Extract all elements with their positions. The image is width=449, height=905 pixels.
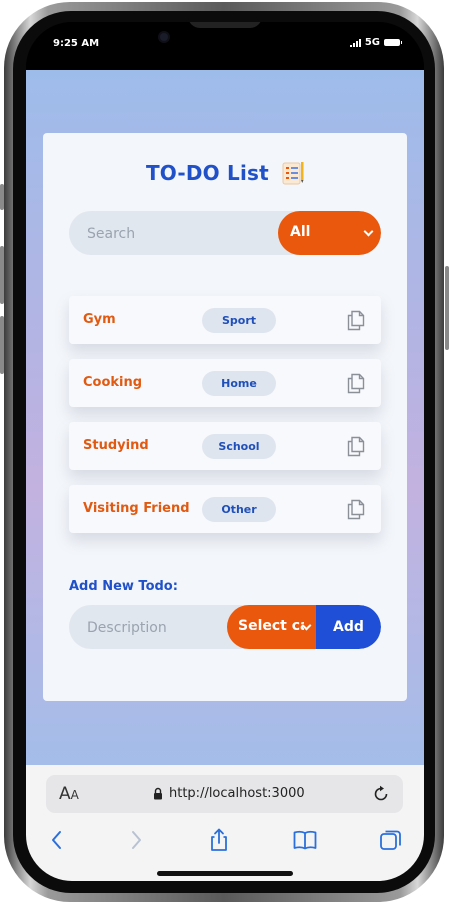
category-badge: Home <box>202 371 276 396</box>
add-todo-heading: Add New Todo: <box>69 579 178 594</box>
search-input[interactable] <box>69 211 299 255</box>
signal-icon <box>349 38 361 47</box>
category-badge: School <box>202 434 276 459</box>
action-button <box>0 184 4 210</box>
filter-select[interactable]: All <box>278 211 381 255</box>
home-indicator <box>157 871 293 876</box>
copy-icon[interactable] <box>347 436 365 457</box>
todo-label: Visiting Friend <box>83 501 190 516</box>
filter-selected-value: All <box>290 224 311 240</box>
todo-item[interactable]: Cooking Home <box>69 359 381 407</box>
todo-label: Gym <box>83 312 116 327</box>
copy-icon[interactable] <box>347 373 365 394</box>
todo-card: TO-DO List All <box>43 133 407 701</box>
copy-icon[interactable] <box>347 499 365 520</box>
todo-label: Cooking <box>83 375 143 390</box>
chevron-down-icon <box>363 226 374 237</box>
browser-toolbar <box>26 823 424 857</box>
todo-item[interactable]: Studyind School <box>69 422 381 470</box>
url-text: http://localhost:3000 <box>169 786 305 801</box>
todo-label: Studyind <box>83 438 149 453</box>
search-bar: All <box>69 211 381 255</box>
status-indicators: 5G <box>349 37 402 48</box>
add-todo-form: Select category Add <box>69 605 381 649</box>
reload-icon[interactable] <box>371 784 391 804</box>
category-badge: Other <box>202 497 276 522</box>
address-bar[interactable]: AA http://localhost:3000 <box>46 775 403 813</box>
todo-item[interactable]: Gym Sport <box>69 296 381 344</box>
browser-bottom-bar: AA http://localhost:3000 <box>26 765 424 881</box>
category-select-value: Select category <box>238 618 304 634</box>
battery-icon <box>384 39 402 46</box>
web-viewport: TO-DO List All <box>26 70 424 765</box>
share-icon[interactable] <box>206 827 232 853</box>
network-label: 5G <box>364 37 380 48</box>
lock-icon <box>154 787 162 800</box>
volume-up-button <box>0 246 4 304</box>
tabs-icon[interactable] <box>378 827 404 853</box>
notepad-icon <box>282 162 304 185</box>
add-button[interactable]: Add <box>316 605 381 649</box>
volume-down-button <box>0 316 4 374</box>
copy-icon[interactable] <box>347 310 365 331</box>
todo-item[interactable]: Visiting Friend Other <box>69 485 381 533</box>
title-row: TO-DO List <box>43 161 407 185</box>
back-icon[interactable] <box>44 827 70 853</box>
power-button <box>445 266 449 350</box>
front-camera <box>160 33 168 41</box>
page-title: TO-DO List <box>145 161 269 185</box>
bookmarks-icon[interactable] <box>292 827 318 853</box>
category-badge: Sport <box>202 308 276 333</box>
category-select[interactable]: Select category <box>227 605 317 649</box>
status-bar: 9:25 AM 5G <box>26 22 424 70</box>
phone-screen: 9:25 AM 5G TO-DO List Search All Gym Spo… <box>26 22 424 881</box>
status-time: 9:25 AM <box>53 38 100 49</box>
text-size-button[interactable]: AA <box>59 784 79 804</box>
forward-icon[interactable] <box>123 827 149 853</box>
dynamic-island <box>188 22 262 28</box>
todo-list: Gym Sport Cooking Home Studyind School V… <box>69 296 381 548</box>
